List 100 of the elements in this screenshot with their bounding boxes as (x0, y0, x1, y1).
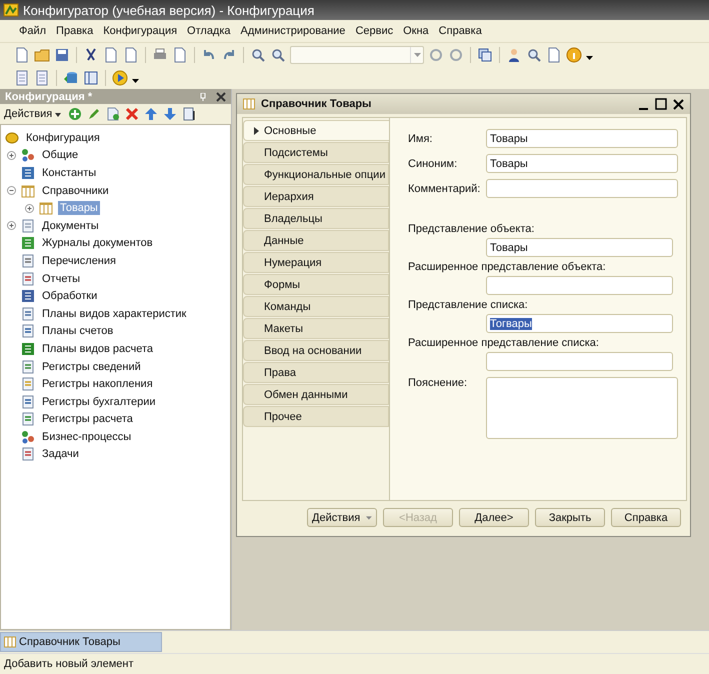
tab[interactable]: Формы (243, 274, 389, 295)
menu-item[interactable]: Правка (51, 25, 98, 37)
tab[interactable]: Данные (243, 230, 389, 251)
dialog-button[interactable]: Далее> (459, 508, 529, 527)
menu-item[interactable]: Администрирование (236, 25, 350, 37)
window-title: Конфигуратор (учебная версия) - Конфигурация (23, 2, 314, 18)
text-field[interactable]: Тогвары (486, 314, 673, 333)
dropdown-arrow-icon[interactable] (132, 79, 139, 83)
tree-item[interactable]: Планы счетов (40, 324, 116, 338)
add-icon[interactable] (68, 107, 82, 121)
new-document-icon[interactable] (14, 46, 30, 62)
tree-item[interactable]: Журналы документов (40, 236, 155, 250)
status-text: Добавить новый элемент (0, 653, 709, 674)
tab[interactable]: Основные (243, 120, 389, 141)
down-arrow-icon[interactable] (163, 107, 178, 121)
tab[interactable]: Обмен данными (243, 384, 389, 405)
sphere-icon (5, 130, 19, 145)
menu-item[interactable]: Отладка (182, 25, 236, 37)
menu-item[interactable]: Сервис (350, 25, 398, 37)
field-label: Имя: (408, 132, 434, 144)
app-icon (3, 2, 19, 18)
menu-item[interactable]: Файл (14, 25, 52, 37)
text-field[interactable] (486, 352, 673, 371)
columns-icon (4, 636, 16, 648)
child-window-title: Справочник Товары (261, 98, 372, 110)
tab[interactable]: Подсистемы (243, 142, 389, 163)
expand-icon[interactable] (7, 221, 16, 230)
tree-item[interactable]: Отчеты (40, 272, 82, 286)
dropdown-arrow-icon (414, 52, 420, 56)
tree-item[interactable]: Обработки (40, 289, 100, 304)
field-label: Синоним: (408, 158, 458, 170)
run-icon[interactable] (112, 70, 128, 86)
columns-icon (21, 184, 35, 198)
tree-item[interactable]: Регистры сведений (40, 360, 143, 374)
collapse-icon[interactable] (7, 186, 16, 196)
expand-icon[interactable] (25, 204, 34, 213)
pencil-icon[interactable] (87, 107, 102, 121)
database-icon[interactable] (63, 70, 79, 86)
search-icon[interactable] (270, 46, 286, 62)
field-label: Представление объекта: (408, 223, 536, 235)
windows-icon[interactable] (477, 46, 493, 62)
journal-icon (21, 236, 35, 250)
columns-icon (243, 98, 255, 110)
pin-icon[interactable] (200, 92, 206, 100)
find-icon[interactable] (250, 46, 266, 62)
tree-item[interactable]: Общие (40, 148, 80, 162)
maximize-icon[interactable] (655, 98, 667, 110)
tab[interactable]: Команды (243, 296, 389, 317)
open-folder-icon[interactable] (34, 46, 50, 62)
menu-item[interactable]: Конфигурация (98, 25, 182, 37)
up-arrow-icon[interactable] (144, 107, 158, 121)
tab[interactable]: Прочее (243, 406, 389, 427)
menu-item[interactable]: Справка (434, 25, 487, 37)
field-label: Расширенное представление объекта: (408, 261, 607, 273)
dialog-button[interactable]: Справка (611, 508, 681, 527)
tab[interactable]: Функциональные опции (243, 164, 389, 185)
save-icon[interactable] (54, 46, 70, 62)
tree-item[interactable]: Задачи (40, 447, 81, 462)
tree-item[interactable]: Регистры бухгалтерии (40, 394, 158, 409)
tab[interactable]: Нумерация (243, 252, 389, 273)
dropdown-arrow-icon[interactable] (586, 56, 593, 60)
table-icon[interactable] (83, 70, 99, 86)
tree-item[interactable]: Регистры расчета (40, 412, 135, 426)
pointer-icon (254, 126, 259, 134)
info-icon[interactable] (566, 46, 582, 62)
tree-item[interactable]: Документы (40, 218, 101, 233)
text-field[interactable]: Товары (486, 154, 678, 173)
tree-item[interactable]: Планы видов характеристик (40, 306, 188, 321)
text-field[interactable] (486, 276, 673, 295)
actions-button[interactable]: Действия (307, 508, 377, 527)
tree-item[interactable]: Конфигурация (24, 130, 102, 145)
caret-icon (366, 516, 372, 520)
document-icon (21, 218, 35, 233)
tree-item[interactable]: Регистры накопления (40, 377, 155, 392)
panel-title: Конфигурация * (5, 90, 94, 102)
columns-icon (39, 201, 53, 216)
tree-item[interactable]: Планы видов расчета (40, 342, 156, 356)
tree-item[interactable]: Бизнес-процессы (40, 430, 134, 444)
tree-item[interactable]: Константы (40, 166, 98, 180)
text-field[interactable]: Товары (486, 238, 673, 257)
tree-item[interactable]: Справочники (40, 184, 111, 198)
text-field[interactable]: Товары (486, 129, 678, 148)
delete-icon[interactable] (125, 107, 140, 121)
tree-item[interactable]: Перечисления (40, 254, 118, 268)
expand-icon[interactable] (7, 150, 16, 160)
caret-icon (55, 113, 62, 117)
tab[interactable]: Макеты (243, 318, 389, 339)
actions-menu[interactable]: Действия (4, 108, 62, 120)
tab[interactable]: Права (243, 362, 389, 383)
window-tab[interactable]: Справочник Товары (0, 632, 162, 652)
field-label: Представление списка: (408, 299, 529, 311)
field-label: Расширенное представление списка: (408, 337, 600, 349)
dialog-button[interactable]: Закрыть (535, 508, 605, 527)
tab[interactable]: Ввод на основании (243, 340, 389, 361)
text-field[interactable] (486, 179, 678, 198)
tab[interactable]: Владельцы (243, 208, 389, 229)
menu-item[interactable]: Окна (398, 25, 434, 37)
field-label: Комментарий: (408, 182, 482, 194)
close-icon[interactable] (673, 98, 684, 110)
tab[interactable]: Иерархия (243, 186, 389, 207)
